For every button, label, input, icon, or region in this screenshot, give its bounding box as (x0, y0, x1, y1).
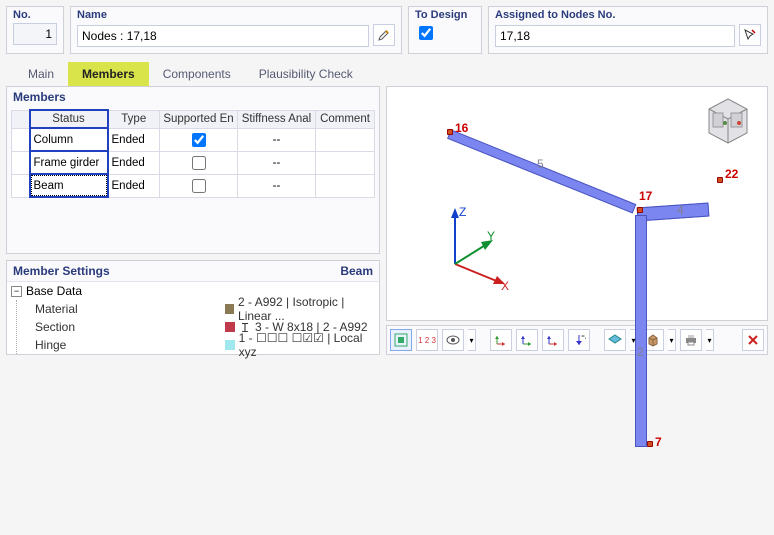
members-table[interactable]: Status Type Supported En Stiffness Anal … (11, 109, 375, 198)
to-design-label: To Design (415, 9, 475, 21)
cell-type: Ended (108, 151, 160, 174)
col-stiffness: Stiffness Anal (238, 110, 316, 128)
pick-nodes-button[interactable] (739, 24, 761, 46)
yz-view-button[interactable] (516, 329, 538, 351)
tree-row-hinge[interactable]: Hinge 1 - ☐☐☐ ☐☑☑ | Local xyz (31, 336, 379, 354)
tree-key: Hinge (35, 338, 225, 352)
numbering-icon: 1 2 3 (418, 336, 436, 345)
node-label: 7 (655, 435, 662, 449)
svg-text:Z: Z (459, 205, 466, 219)
node-dot (717, 177, 723, 183)
node-dot (637, 207, 643, 213)
member-2[interactable] (635, 215, 647, 447)
name-field[interactable] (77, 25, 369, 47)
swatch-icon (225, 340, 235, 350)
cell-status[interactable]: Frame girder (30, 151, 108, 174)
axis-yz-icon (520, 333, 534, 347)
model-viewport[interactable]: 16 17 22 7 5 4 2 Z X Y (386, 86, 768, 321)
col-supported: Supported En (160, 110, 238, 128)
cell-stiff: -- (238, 128, 316, 151)
member-4[interactable] (637, 203, 710, 222)
cell-stiff: -- (238, 174, 316, 197)
close-viewport-button[interactable] (742, 329, 764, 351)
view-mode-button[interactable] (604, 329, 626, 351)
tab-components[interactable]: Components (149, 62, 245, 86)
cell-stiff: -- (238, 151, 316, 174)
axis-xy-icon (494, 333, 508, 347)
collapse-icon[interactable]: − (11, 286, 22, 297)
xz-view-button[interactable] (542, 329, 564, 351)
to-design-checkbox[interactable] (419, 26, 433, 40)
swatch-icon (225, 304, 234, 314)
no-label: No. (13, 9, 57, 21)
tree-row-material[interactable]: Material 2 - A992 | Isotropic | Linear .… (31, 300, 379, 318)
cell-type: Ended (108, 174, 160, 197)
layers-icon (608, 333, 622, 347)
cell-status[interactable]: Beam (30, 174, 108, 197)
show-hide-dropdown[interactable]: ▾ (468, 329, 476, 351)
axis-negz-icon: -Z (572, 333, 586, 347)
fit-view-button[interactable] (390, 329, 412, 351)
col-status: Status (30, 110, 108, 128)
numbering-button[interactable]: 1 2 3 (416, 329, 438, 351)
close-icon (747, 334, 759, 346)
tree-val: 1 - ☐☐☐ ☐☑☑ | Local xyz (239, 331, 379, 359)
member-label: 2 (637, 345, 644, 359)
assigned-label: Assigned to Nodes No. (495, 9, 761, 21)
print-dropdown[interactable]: ▾ (706, 329, 714, 351)
table-row[interactable]: Frame girder Ended -- (12, 151, 375, 174)
xy-view-button[interactable] (490, 329, 512, 351)
edit-name-button[interactable] (373, 24, 395, 46)
table-row[interactable]: Column Ended -- (12, 128, 375, 151)
tab-main[interactable]: Main (14, 62, 68, 86)
settings-context: Beam (340, 264, 373, 278)
no-field[interactable] (13, 23, 57, 45)
cell-supported-checkbox[interactable] (192, 133, 206, 147)
table-row[interactable]: Beam Ended -- (12, 174, 375, 197)
assigned-nodes-field[interactable] (495, 25, 735, 47)
tree-key: Material (35, 302, 225, 316)
settings-title: Member Settings (13, 264, 110, 278)
node-label: 17 (639, 189, 652, 203)
node-label: 22 (725, 167, 738, 181)
tab-members[interactable]: Members (68, 62, 149, 86)
cell-type: Ended (108, 128, 160, 151)
node-dot (447, 129, 453, 135)
tree-group-label: Base Data (26, 284, 82, 298)
cube-icon (646, 333, 660, 347)
cell-supported-checkbox[interactable] (192, 179, 206, 193)
eye-icon (446, 335, 460, 345)
nav-cube[interactable] (699, 95, 757, 147)
members-title: Members (13, 90, 66, 104)
neg-z-view-button[interactable]: -Z (568, 329, 590, 351)
col-comment: Comment (316, 110, 375, 128)
render-mode-dropdown[interactable]: ▾ (668, 329, 676, 351)
svg-text:Y: Y (487, 229, 495, 243)
tab-plausibility[interactable]: Plausibility Check (245, 62, 367, 86)
svg-text:-Z: -Z (581, 333, 586, 342)
cursor-icon (744, 29, 756, 41)
cell-status[interactable]: Column (30, 128, 108, 151)
pencil-icon (378, 29, 390, 41)
cell-supported-checkbox[interactable] (192, 156, 206, 170)
printer-icon (684, 333, 698, 347)
svg-text:X: X (501, 279, 509, 293)
axis-xz-icon (546, 333, 560, 347)
name-label: Name (77, 9, 395, 21)
member-label: 5 (537, 157, 544, 171)
node-dot (647, 441, 653, 447)
show-hide-button[interactable] (442, 329, 464, 351)
fit-icon (394, 333, 408, 347)
print-button[interactable] (680, 329, 702, 351)
col-type: Type (108, 110, 160, 128)
viewport-toolbar: 1 2 3 ▾ -Z ▾ ▾ ▾ (386, 325, 768, 355)
member-5[interactable] (447, 129, 636, 213)
node-label: 16 (455, 121, 468, 135)
member-label: 4 (677, 203, 684, 217)
axes-gizmo: Z X Y (425, 204, 515, 294)
tree-key: Section (35, 320, 225, 334)
